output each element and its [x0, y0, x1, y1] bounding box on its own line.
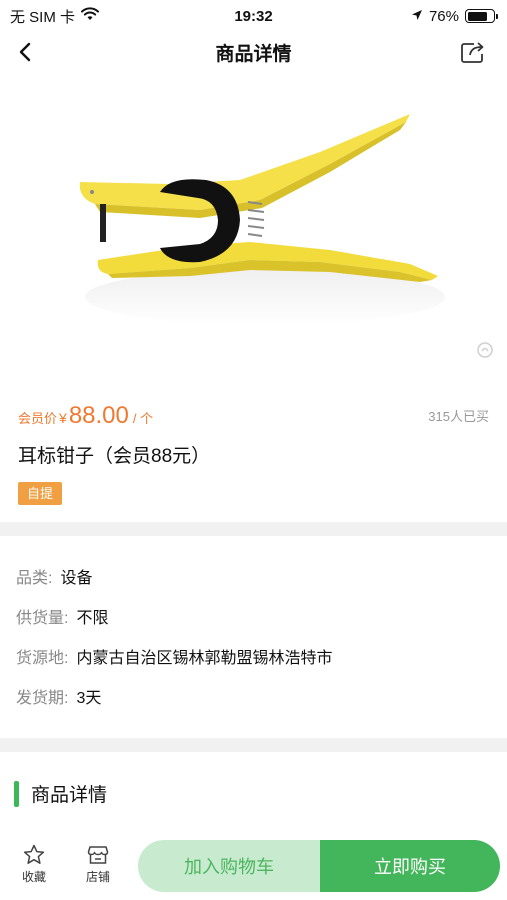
spec-value: 3天	[76, 690, 102, 707]
store-icon	[87, 846, 109, 864]
battery-percent: 76%	[428, 7, 459, 25]
bottom-action-bar: 收藏 店铺 加入购物车 立即购买	[0, 832, 507, 900]
location-arrow-icon	[411, 8, 423, 25]
product-image[interactable]	[0, 72, 507, 384]
detail-accent-bar	[14, 780, 19, 807]
member-price-label: 会员价	[18, 411, 58, 426]
battery-icon	[465, 9, 498, 23]
chevron-left-icon	[19, 42, 31, 62]
store-button[interactable]: 店铺	[76, 844, 120, 885]
battery-fill	[467, 11, 487, 21]
spec-label: 供货量:	[16, 610, 69, 627]
watermark-logo	[477, 342, 493, 358]
status-left: 无 SIM 卡	[10, 6, 100, 27]
favorite-button[interactable]: 收藏	[12, 844, 56, 885]
status-bar: 无 SIM 卡 19:32 76%	[0, 0, 507, 32]
spec-value: 内蒙古自治区锡林郭勒盟锡林浩特市	[76, 650, 333, 667]
spec-label: 发货期:	[16, 690, 69, 707]
detail-title: 商品详情	[31, 785, 108, 806]
spec-label: 货源地:	[16, 650, 69, 667]
price-currency: ¥	[59, 410, 67, 426]
detail-heading: 商品详情	[14, 780, 107, 807]
section-divider	[0, 738, 507, 752]
add-to-cart-button[interactable]: 加入购物车	[138, 840, 320, 892]
pickup-tag: 自提	[18, 482, 63, 505]
price-unit: / 个	[132, 411, 154, 426]
page-title: 商品详情	[215, 43, 292, 65]
price-row: 会员价 ¥ 88.00 / 个	[18, 402, 153, 430]
nav-bar: 商品详情	[0, 32, 507, 72]
spec-row-origin: 货源地: 内蒙古自治区锡林郭勒盟锡林浩特市	[16, 644, 332, 668]
watermark-icon	[477, 342, 493, 358]
spec-row-delivery: 发货期: 3天	[16, 684, 101, 708]
spec-row-category: 品类: 设备	[16, 564, 92, 588]
price-section: 会员价 ¥ 88.00 / 个 315人已买 耳标钳子（会员88元） 自提	[0, 384, 507, 522]
ear-tag-pliers-image	[79, 114, 445, 325]
spec-list: 品类: 设备 供货量: 不限 货源地: 内蒙古自治区锡林郭勒盟锡林浩特市 发货期…	[0, 536, 507, 738]
store-label: 店铺	[85, 870, 110, 884]
carrier-label: 无 SIM 卡	[10, 8, 76, 26]
wifi-icon	[81, 7, 100, 25]
star-icon	[23, 844, 45, 864]
price-value: 88.00	[68, 402, 129, 429]
product-name: 耳标钳子（会员88元）	[18, 446, 211, 467]
section-divider	[0, 522, 507, 536]
spec-row-supply: 供货量: 不限	[16, 604, 108, 628]
status-right: 76%	[411, 7, 498, 25]
spec-value: 不限	[76, 610, 109, 627]
back-button[interactable]	[10, 36, 42, 68]
share-button[interactable]	[457, 36, 489, 68]
share-icon	[461, 42, 484, 63]
sold-count: 315人已买	[428, 409, 489, 424]
favorite-label: 收藏	[21, 870, 46, 884]
spec-value: 设备	[60, 570, 93, 587]
buy-now-button[interactable]: 立即购买	[320, 840, 500, 892]
spec-label: 品类:	[16, 570, 53, 587]
